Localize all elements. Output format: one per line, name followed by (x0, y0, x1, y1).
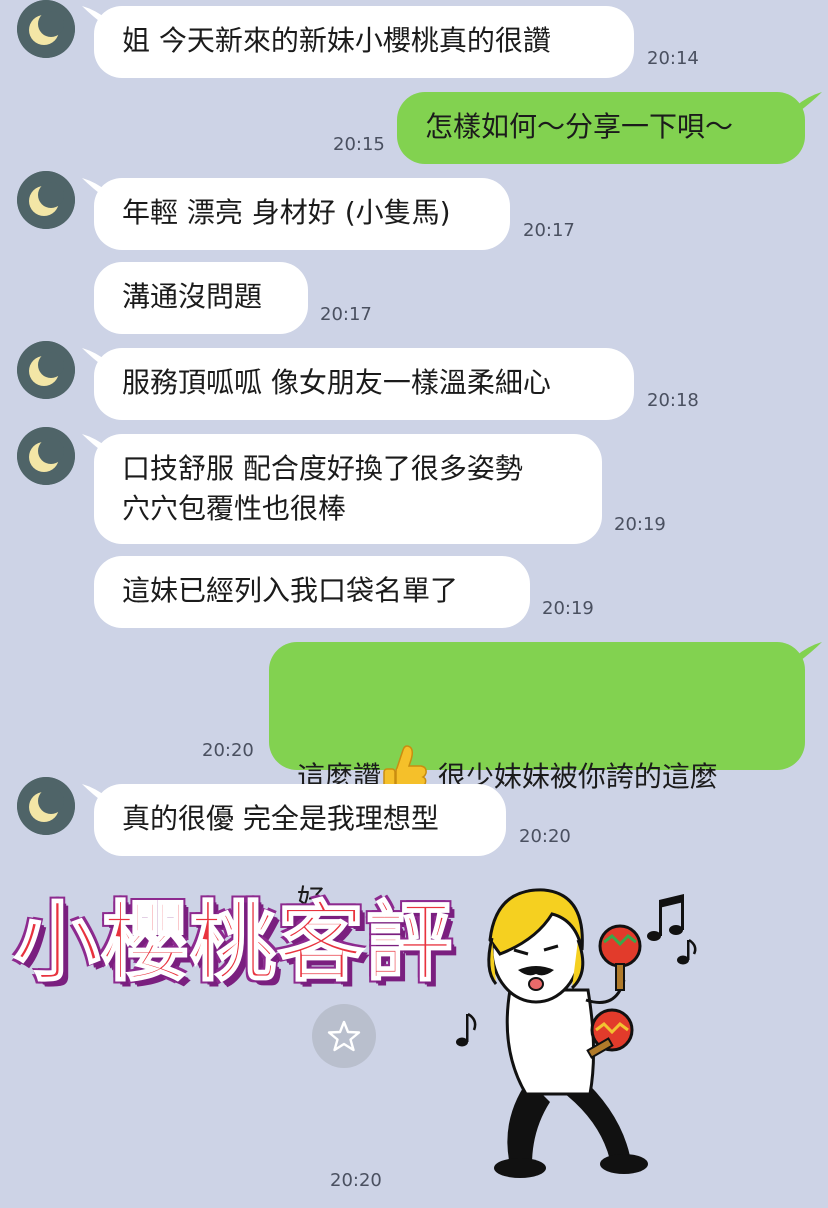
message-text: 真的很優 完全是我理想型 (122, 802, 439, 835)
message-text: 溝通沒問題 (122, 280, 263, 313)
message-time: 20:17 (523, 220, 575, 241)
message-text-line: 口技舒服 配合度好換了很多姿勢 (122, 452, 523, 485)
dancing-character-sticker[interactable] (440, 880, 720, 1180)
message-text: 姐 今天新來的新妹小櫻桃真的很讚 (122, 24, 551, 57)
star-icon (327, 1020, 361, 1052)
message-text: 年輕 漂亮 身材好 (小隻馬) (122, 196, 451, 229)
contact-avatar[interactable] (17, 777, 75, 835)
message-time: 20:17 (320, 304, 372, 325)
contact-avatar[interactable] (17, 171, 75, 229)
message-time: 20:19 (542, 598, 594, 619)
moon-icon (17, 427, 75, 485)
chat-window: 姐 今天新來的新妹小櫻桃真的很讚 20:14 怎樣如何～分享一下唄～ 20:15… (0, 0, 828, 1208)
message-bubble-incoming[interactable]: 姐 今天新來的新妹小櫻桃真的很讚 (94, 6, 634, 78)
message-bubble-incoming[interactable]: 服務頂呱呱 像女朋友一樣溫柔細心 (94, 348, 634, 420)
message-time: 20:19 (614, 514, 666, 535)
moon-icon (17, 171, 75, 229)
message-bubble-outgoing[interactable]: 這麼讚 很少妹妹被你誇的這麼 好 (269, 642, 805, 916)
message-text: 怎樣如何～分享一下唄～ (425, 110, 734, 143)
contact-avatar[interactable] (17, 341, 75, 399)
message-bubble-incoming[interactable]: 口技舒服 配合度好換了很多姿勢 穴穴包覆性也很棒 (94, 434, 602, 544)
message-bubble-incoming[interactable]: 溝通沒問題 (94, 262, 308, 334)
message-text-line: 穴穴包覆性也很棒 (122, 492, 347, 525)
message-time: 20:18 (647, 390, 699, 411)
sticker-overlay-title: 小櫻桃客評 (13, 892, 454, 994)
moon-icon (17, 777, 75, 835)
message-text: 服務頂呱呱 像女朋友一樣溫柔細心 (122, 366, 551, 399)
bubble-tail (796, 642, 822, 664)
bubble-tail (796, 92, 822, 114)
message-time: 20:20 (519, 826, 571, 847)
message-time: 20:20 (202, 740, 254, 761)
message-bubble-incoming[interactable]: 這妹已經列入我口袋名單了 (94, 556, 530, 628)
message-bubble-incoming[interactable]: 真的很優 完全是我理想型 (94, 784, 506, 856)
message-time: 20:14 (647, 48, 699, 69)
moon-icon (17, 0, 75, 58)
message-bubble-outgoing[interactable]: 怎樣如何～分享一下唄～ (397, 92, 805, 164)
message-time: 20:20 (330, 1170, 382, 1191)
message-text: 這妹已經列入我口袋名單了 (122, 574, 459, 607)
moon-icon (17, 341, 75, 399)
contact-avatar[interactable] (17, 0, 75, 58)
message-bubble-incoming[interactable]: 年輕 漂亮 身材好 (小隻馬) (94, 178, 510, 250)
favorite-sticker-button[interactable] (312, 1004, 376, 1068)
contact-avatar[interactable] (17, 427, 75, 485)
message-time: 20:15 (333, 134, 385, 155)
